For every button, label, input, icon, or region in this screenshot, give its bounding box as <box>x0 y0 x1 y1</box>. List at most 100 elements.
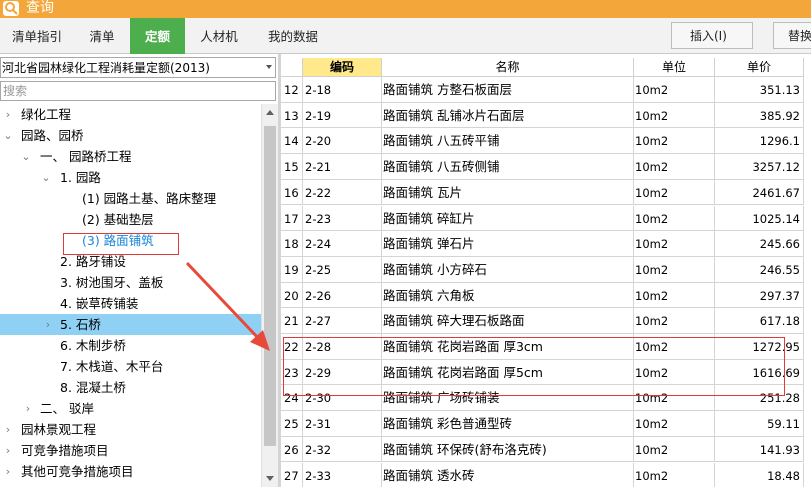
header-name[interactable]: 名称 <box>382 58 634 77</box>
tab-quota[interactable]: 定额 <box>130 18 185 54</box>
table-row[interactable]: 24 2-30 路面铺筑 广场砖铺装 10m2 251.28 <box>281 385 811 412</box>
row-number: 16 <box>281 179 303 206</box>
tree-node-road[interactable]: ⌄ 1. 园路 <box>0 167 261 188</box>
row-number: 15 <box>281 154 303 180</box>
tree-node-boardwalk[interactable]: 7. 木栈道、木平台 <box>0 356 261 377</box>
table-row[interactable]: 13 2-19 路面铺筑 乱铺冰片石面层 10m2 385.92 <box>281 102 811 129</box>
row-number: 17 <box>281 205 303 232</box>
code-cell: 2-21 <box>303 154 382 180</box>
unit-cell: 10m2 <box>634 256 715 283</box>
tree-node-competitive-measures[interactable]: › 可竞争措施项目 <box>0 440 261 461</box>
name-cell: 路面铺筑 碎大理石板路面 <box>382 308 634 334</box>
table-row[interactable]: 15 2-21 路面铺筑 八五砖侧铺 10m2 3257.12 <box>281 154 811 180</box>
code-cell: 2-19 <box>303 102 382 129</box>
table-row[interactable]: 12 2-18 路面铺筑 方整石板面层 10m2 351.13 <box>281 77 811 103</box>
price-cell: 385.92 <box>715 102 804 129</box>
row-number: 19 <box>281 256 303 283</box>
tree-node-pavement[interactable]: (3) 路面铺筑 <box>0 230 261 251</box>
tree-node-landscape[interactable]: › 园林景观工程 <box>0 419 261 440</box>
insert-button[interactable]: 插入(I) <box>671 22 753 49</box>
name-cell: 路面铺筑 瓦片 <box>382 179 634 206</box>
code-cell: 2-26 <box>303 282 382 309</box>
table-row[interactable]: 18 2-24 路面铺筑 弹石片 10m2 245.66 <box>281 231 811 257</box>
unit-cell: 10m2 <box>634 231 715 257</box>
tree-expander-icon[interactable]: › <box>2 104 14 125</box>
scroll-up-icon[interactable] <box>266 110 274 115</box>
tree-node-revetment[interactable]: › 二、 驳岸 <box>0 398 261 419</box>
table-row[interactable]: 25 2-31 路面铺筑 彩色普通型砖 10m2 59.11 <box>281 411 811 437</box>
tree-node-label: 一、 园路桥工程 <box>40 149 132 164</box>
tree-node-base-cushion[interactable]: (2) 基础垫层 <box>0 209 261 230</box>
row-number: 13 <box>281 102 303 129</box>
code-cell: 2-32 <box>303 436 382 463</box>
tab-list[interactable]: 清单 <box>74 18 130 54</box>
quota-grid: 编码 名称 单位 单价 12 2-18 路面铺筑 方整石板面层 10m2 351.13 1… <box>281 54 811 487</box>
tree-node-concrete-bridge[interactable]: 8. 混凝土桥 <box>0 377 261 398</box>
tree-node-wood-bridge[interactable]: 6. 木制步桥 <box>0 335 261 356</box>
price-cell: 18.48 <box>715 462 804 487</box>
header-unit[interactable]: 单位 <box>634 58 715 77</box>
table-row[interactable]: 26 2-32 路面铺筑 环保砖(舒布洛克砖) 10m2 141.93 <box>281 436 811 463</box>
tree-expander-icon[interactable]: › <box>2 461 14 482</box>
table-row[interactable]: 14 2-20 路面铺筑 八五砖平铺 10m2 1296.1 <box>281 128 811 155</box>
tree-node-other-measures[interactable]: › 其他可竞争措施项目 <box>0 461 261 482</box>
tree-node-garden-road[interactable]: ⌄ 园路、园桥 <box>0 125 261 146</box>
tree-node-label: 二、 驳岸 <box>40 401 94 416</box>
tree-node-stone-bridge[interactable]: › 5. 石桥 <box>0 314 261 335</box>
header-rownum <box>281 58 303 77</box>
table-row[interactable]: 27 2-33 路面铺筑 透水砖 10m2 18.48 <box>281 462 811 487</box>
row-number: 18 <box>281 231 303 257</box>
tree-scrollbar[interactable] <box>261 104 278 487</box>
tree-expander-icon[interactable]: › <box>2 419 14 440</box>
scroll-down-icon[interactable] <box>266 476 274 481</box>
replace-button[interactable]: 替换( <box>773 22 811 49</box>
tree-node-label: (3) 路面铺筑 <box>82 233 154 248</box>
tree-node-label: (2) 基础垫层 <box>82 212 154 227</box>
tree-expander-icon[interactable]: ⌄ <box>40 167 52 188</box>
tree-node-greening[interactable]: › 绿化工程 <box>0 104 261 125</box>
table-row[interactable]: 20 2-26 路面铺筑 六角板 10m2 297.37 <box>281 282 811 309</box>
tab-my-data[interactable]: 我的数据 <box>253 18 333 54</box>
table-row[interactable]: 21 2-27 路面铺筑 碎大理石板路面 10m2 617.18 <box>281 308 811 334</box>
row-number: 20 <box>281 282 303 309</box>
table-row[interactable]: 23 2-29 路面铺筑 花岗岩路面 厚5cm 10m2 1616.69 <box>281 359 811 386</box>
scroll-thumb[interactable] <box>264 126 276 446</box>
tab-list-guide[interactable]: 清单指引 <box>0 18 74 54</box>
header-price[interactable]: 单价 <box>715 58 804 77</box>
tree-node-subgrade[interactable]: (1) 园路土基、路床整理 <box>0 188 261 209</box>
quota-library-select[interactable]: 河北省园林绿化工程消耗量定额(2013) <box>0 57 276 78</box>
header-code[interactable]: 编码 <box>303 58 382 77</box>
code-cell: 2-28 <box>303 334 382 360</box>
price-cell: 246.55 <box>715 256 804 283</box>
tree-node-curb[interactable]: 2. 路牙铺设 <box>0 251 261 272</box>
name-cell: 路面铺筑 环保砖(舒布洛克砖) <box>382 436 634 463</box>
tree-node-label: 3. 树池围牙、盖板 <box>60 275 164 290</box>
name-cell: 路面铺筑 花岗岩路面 厚5cm <box>382 359 634 386</box>
unit-cell: 10m2 <box>634 154 715 180</box>
tree-expander-icon[interactable]: › <box>22 398 34 419</box>
unit-cell: 10m2 <box>634 205 715 232</box>
tree-node-label: 可竞争措施项目 <box>21 443 109 458</box>
code-cell: 2-29 <box>303 359 382 386</box>
chevron-down-icon[interactable] <box>266 65 272 69</box>
code-cell: 2-20 <box>303 128 382 155</box>
search-input[interactable] <box>0 81 276 101</box>
tree-node-label: 1. 园路 <box>60 170 101 185</box>
name-cell: 路面铺筑 弹石片 <box>382 231 634 257</box>
table-row[interactable]: 16 2-22 路面铺筑 瓦片 10m2 2461.67 <box>281 179 811 206</box>
tree-expander-icon[interactable]: ⌄ <box>2 125 14 146</box>
name-cell: 路面铺筑 小方碎石 <box>382 256 634 283</box>
table-row[interactable]: 17 2-23 路面铺筑 碎缸片 10m2 1025.14 <box>281 205 811 232</box>
tree-node-grass-brick[interactable]: 4. 嵌草砖铺装 <box>0 293 261 314</box>
tree-expander-icon[interactable]: › <box>42 314 54 335</box>
tree-node-road-bridge-project[interactable]: ⌄ 一、 园路桥工程 <box>0 146 261 167</box>
table-row[interactable]: 22 2-28 路面铺筑 花岗岩路面 厚3cm 10m2 1272.95 <box>281 334 811 360</box>
tree-expander-icon[interactable]: ⌄ <box>20 146 32 167</box>
tree-expander-icon[interactable]: › <box>2 440 14 461</box>
row-number: 21 <box>281 308 303 334</box>
tree-node-tree-pit[interactable]: 3. 树池围牙、盖板 <box>0 272 261 293</box>
price-cell: 141.93 <box>715 436 804 463</box>
row-number: 24 <box>281 385 303 412</box>
table-row[interactable]: 19 2-25 路面铺筑 小方碎石 10m2 246.55 <box>281 256 811 283</box>
tab-labor-material-machine[interactable]: 人材机 <box>185 18 253 54</box>
